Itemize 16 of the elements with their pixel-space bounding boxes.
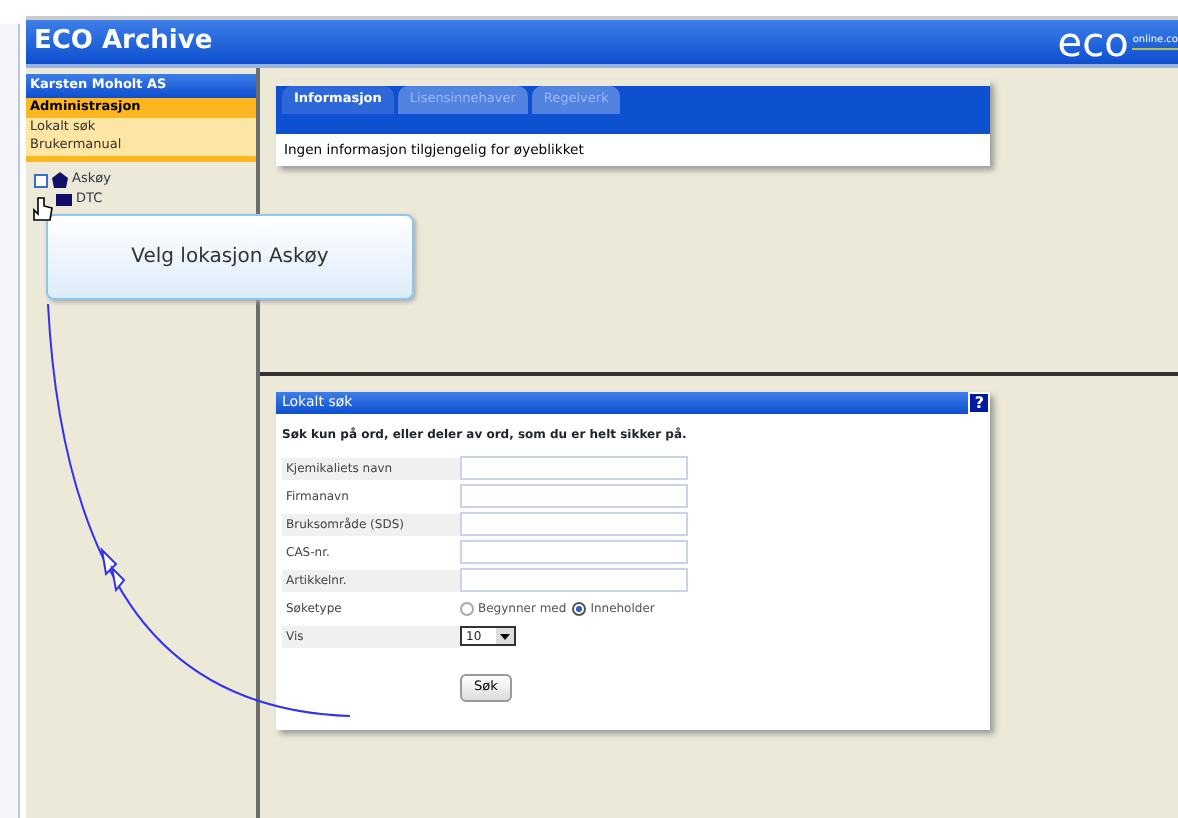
app-title: ECO Archive [34, 24, 213, 61]
input-field[interactable] [460, 456, 688, 480]
radio-button[interactable] [460, 601, 474, 615]
input-field[interactable] [460, 568, 688, 592]
input-field[interactable] [460, 540, 688, 564]
house-icon [52, 172, 68, 188]
tooltip: Velg lokasjon Askøy [46, 214, 414, 300]
flag-icon [56, 192, 72, 208]
help-button[interactable]: ? [968, 392, 990, 414]
radio-button[interactable] [572, 601, 587, 615]
input-field[interactable] [460, 512, 688, 536]
hand-cursor-icon [33, 197, 53, 221]
logo-text: eco [1057, 22, 1129, 62]
input-field[interactable] [460, 484, 688, 508]
expander-icon[interactable] [34, 173, 48, 187]
dropdown-arrow-icon [499, 633, 510, 639]
